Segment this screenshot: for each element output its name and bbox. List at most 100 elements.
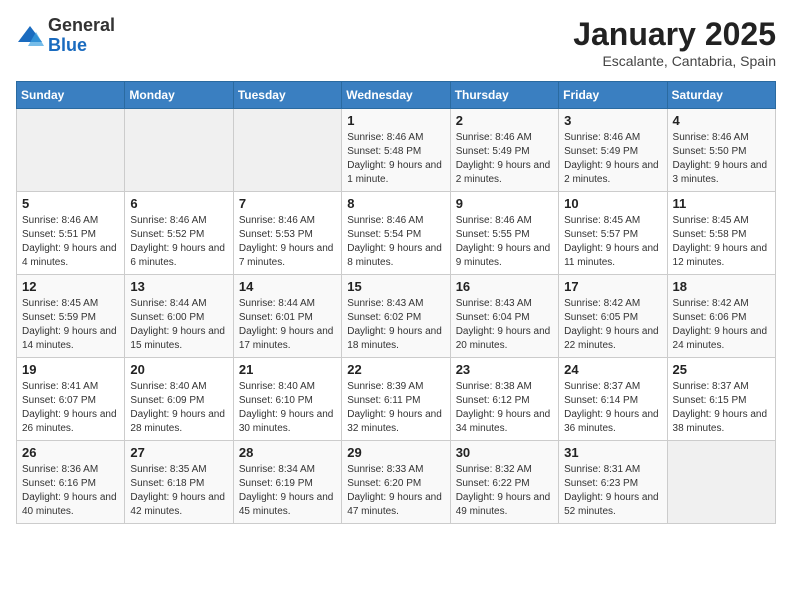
calendar-header-row: SundayMondayTuesdayWednesdayThursdayFrid… bbox=[17, 82, 776, 109]
day-info: Sunrise: 8:46 AM Sunset: 5:52 PM Dayligh… bbox=[130, 214, 227, 270]
day-number: 11 bbox=[673, 196, 770, 211]
calendar-cell: 12 Sunrise: 8:45 AM Sunset: 5:59 PM Dayli… bbox=[17, 275, 125, 358]
calendar-cell: 1Sunrise: 8:46 AM Sunset: 5:48 PM Daylig… bbox=[342, 109, 450, 192]
day-number: 19 bbox=[22, 362, 119, 377]
calendar-cell: 11 Sunrise: 8:45 AM Sunset: 5:58 PM Dayli… bbox=[667, 192, 775, 275]
day-info: Sunrise: 8:45 AM Sunset: 5:58 PM Dayligh… bbox=[673, 214, 770, 270]
day-info: Sunrise: 8:31 AM Sunset: 6:23 PM Dayligh… bbox=[564, 463, 661, 519]
calendar-cell: 27 Sunrise: 8:35 AM Sunset: 6:18 PM Dayli… bbox=[125, 441, 233, 524]
calendar-week-row: 12 Sunrise: 8:45 AM Sunset: 5:59 PM Dayli… bbox=[17, 275, 776, 358]
day-info: Sunrise: 8:35 AM Sunset: 6:18 PM Dayligh… bbox=[130, 463, 227, 519]
day-header-sunday: Sunday bbox=[17, 82, 125, 109]
calendar-week-row: 26 Sunrise: 8:36 AM Sunset: 6:16 PM Dayli… bbox=[17, 441, 776, 524]
day-header-wednesday: Wednesday bbox=[342, 82, 450, 109]
day-info: Sunrise: 8:32 AM Sunset: 6:22 PM Dayligh… bbox=[456, 463, 553, 519]
day-info: Sunrise: 8:46 AM Sunset: 5:51 PM Dayligh… bbox=[22, 214, 119, 270]
calendar-cell: 14 Sunrise: 8:44 AM Sunset: 6:01 PM Dayli… bbox=[233, 275, 341, 358]
day-info: Sunrise: 8:33 AM Sunset: 6:20 PM Dayligh… bbox=[347, 463, 444, 519]
calendar-cell: 6 Sunrise: 8:46 AM Sunset: 5:52 PM Daylig… bbox=[125, 192, 233, 275]
calendar-cell: 15 Sunrise: 8:43 AM Sunset: 6:02 PM Dayli… bbox=[342, 275, 450, 358]
calendar-cell: 8 Sunrise: 8:46 AM Sunset: 5:54 PM Daylig… bbox=[342, 192, 450, 275]
day-info: Sunrise: 8:44 AM Sunset: 6:01 PM Dayligh… bbox=[239, 297, 336, 353]
calendar-cell: 3Sunrise: 8:46 AM Sunset: 5:49 PM Daylig… bbox=[559, 109, 667, 192]
day-number: 30 bbox=[456, 445, 553, 460]
calendar-cell: 25 Sunrise: 8:37 AM Sunset: 6:15 PM Dayli… bbox=[667, 358, 775, 441]
calendar-cell: 30 Sunrise: 8:32 AM Sunset: 6:22 PM Dayli… bbox=[450, 441, 558, 524]
day-number: 16 bbox=[456, 279, 553, 294]
day-number: 13 bbox=[130, 279, 227, 294]
day-number: 17 bbox=[564, 279, 661, 294]
day-number: 15 bbox=[347, 279, 444, 294]
day-number: 27 bbox=[130, 445, 227, 460]
day-header-friday: Friday bbox=[559, 82, 667, 109]
month-title: January 2025 bbox=[573, 16, 776, 53]
day-info: Sunrise: 8:37 AM Sunset: 6:15 PM Dayligh… bbox=[673, 380, 770, 436]
day-info: Sunrise: 8:46 AM Sunset: 5:55 PM Dayligh… bbox=[456, 214, 553, 270]
day-header-tuesday: Tuesday bbox=[233, 82, 341, 109]
day-number: 3 bbox=[564, 113, 661, 128]
calendar-cell: 29Sunrise: 8:33 AM Sunset: 6:20 PM Dayli… bbox=[342, 441, 450, 524]
day-info: Sunrise: 8:46 AM Sunset: 5:53 PM Dayligh… bbox=[239, 214, 336, 270]
calendar-cell: 10Sunrise: 8:45 AM Sunset: 5:57 PM Dayli… bbox=[559, 192, 667, 275]
calendar-cell: 21 Sunrise: 8:40 AM Sunset: 6:10 PM Dayli… bbox=[233, 358, 341, 441]
calendar-cell: 31 Sunrise: 8:31 AM Sunset: 6:23 PM Dayli… bbox=[559, 441, 667, 524]
day-info: Sunrise: 8:42 AM Sunset: 6:05 PM Dayligh… bbox=[564, 297, 661, 353]
day-number: 4 bbox=[673, 113, 770, 128]
calendar-cell bbox=[17, 109, 125, 192]
day-number: 25 bbox=[673, 362, 770, 377]
day-number: 18 bbox=[673, 279, 770, 294]
day-number: 8 bbox=[347, 196, 444, 211]
logo-general-text: General bbox=[48, 16, 115, 36]
day-number: 23 bbox=[456, 362, 553, 377]
calendar-cell: 19 Sunrise: 8:41 AM Sunset: 6:07 PM Dayli… bbox=[17, 358, 125, 441]
day-number: 28 bbox=[239, 445, 336, 460]
calendar-cell: 26 Sunrise: 8:36 AM Sunset: 6:16 PM Dayli… bbox=[17, 441, 125, 524]
calendar-cell bbox=[667, 441, 775, 524]
day-number: 9 bbox=[456, 196, 553, 211]
day-number: 7 bbox=[239, 196, 336, 211]
calendar-cell: 28Sunrise: 8:34 AM Sunset: 6:19 PM Dayli… bbox=[233, 441, 341, 524]
calendar-cell: 7 Sunrise: 8:46 AM Sunset: 5:53 PM Daylig… bbox=[233, 192, 341, 275]
title-area: January 2025 Escalante, Cantabria, Spain bbox=[573, 16, 776, 69]
day-info: Sunrise: 8:36 AM Sunset: 6:16 PM Dayligh… bbox=[22, 463, 119, 519]
calendar-cell: 2Sunrise: 8:46 AM Sunset: 5:49 PM Daylig… bbox=[450, 109, 558, 192]
day-info: Sunrise: 8:40 AM Sunset: 6:10 PM Dayligh… bbox=[239, 380, 336, 436]
day-info: Sunrise: 8:37 AM Sunset: 6:14 PM Dayligh… bbox=[564, 380, 661, 436]
calendar-week-row: 1Sunrise: 8:46 AM Sunset: 5:48 PM Daylig… bbox=[17, 109, 776, 192]
day-number: 6 bbox=[130, 196, 227, 211]
day-number: 31 bbox=[564, 445, 661, 460]
day-header-saturday: Saturday bbox=[667, 82, 775, 109]
day-info: Sunrise: 8:46 AM Sunset: 5:50 PM Dayligh… bbox=[673, 131, 770, 187]
calendar-cell: 9 Sunrise: 8:46 AM Sunset: 5:55 PM Daylig… bbox=[450, 192, 558, 275]
day-info: Sunrise: 8:44 AM Sunset: 6:00 PM Dayligh… bbox=[130, 297, 227, 353]
calendar-cell: 5 Sunrise: 8:46 AM Sunset: 5:51 PM Daylig… bbox=[17, 192, 125, 275]
day-number: 12 bbox=[22, 279, 119, 294]
day-info: Sunrise: 8:38 AM Sunset: 6:12 PM Dayligh… bbox=[456, 380, 553, 436]
day-header-thursday: Thursday bbox=[450, 82, 558, 109]
day-info: Sunrise: 8:46 AM Sunset: 5:48 PM Dayligh… bbox=[347, 131, 444, 187]
calendar-table: SundayMondayTuesdayWednesdayThursdayFrid… bbox=[16, 81, 776, 524]
day-info: Sunrise: 8:46 AM Sunset: 5:54 PM Dayligh… bbox=[347, 214, 444, 270]
day-number: 26 bbox=[22, 445, 119, 460]
logo-blue-text: Blue bbox=[48, 36, 115, 56]
day-header-monday: Monday bbox=[125, 82, 233, 109]
day-number: 5 bbox=[22, 196, 119, 211]
calendar-cell: 13 Sunrise: 8:44 AM Sunset: 6:00 PM Dayli… bbox=[125, 275, 233, 358]
day-number: 24 bbox=[564, 362, 661, 377]
calendar-cell: 23 Sunrise: 8:38 AM Sunset: 6:12 PM Dayli… bbox=[450, 358, 558, 441]
calendar-cell: 20Sunrise: 8:40 AM Sunset: 6:09 PM Dayli… bbox=[125, 358, 233, 441]
day-number: 22 bbox=[347, 362, 444, 377]
calendar-cell: 4 Sunrise: 8:46 AM Sunset: 5:50 PM Daylig… bbox=[667, 109, 775, 192]
calendar-cell: 18 Sunrise: 8:42 AM Sunset: 6:06 PM Dayli… bbox=[667, 275, 775, 358]
day-info: Sunrise: 8:42 AM Sunset: 6:06 PM Dayligh… bbox=[673, 297, 770, 353]
day-info: Sunrise: 8:41 AM Sunset: 6:07 PM Dayligh… bbox=[22, 380, 119, 436]
day-info: Sunrise: 8:45 AM Sunset: 5:59 PM Dayligh… bbox=[22, 297, 119, 353]
location-subtitle: Escalante, Cantabria, Spain bbox=[573, 53, 776, 69]
day-number: 14 bbox=[239, 279, 336, 294]
calendar-cell: 17 Sunrise: 8:42 AM Sunset: 6:05 PM Dayli… bbox=[559, 275, 667, 358]
day-info: Sunrise: 8:40 AM Sunset: 6:09 PM Dayligh… bbox=[130, 380, 227, 436]
calendar-cell: 24 Sunrise: 8:37 AM Sunset: 6:14 PM Dayli… bbox=[559, 358, 667, 441]
day-info: Sunrise: 8:43 AM Sunset: 6:02 PM Dayligh… bbox=[347, 297, 444, 353]
calendar-cell bbox=[233, 109, 341, 192]
day-number: 21 bbox=[239, 362, 336, 377]
